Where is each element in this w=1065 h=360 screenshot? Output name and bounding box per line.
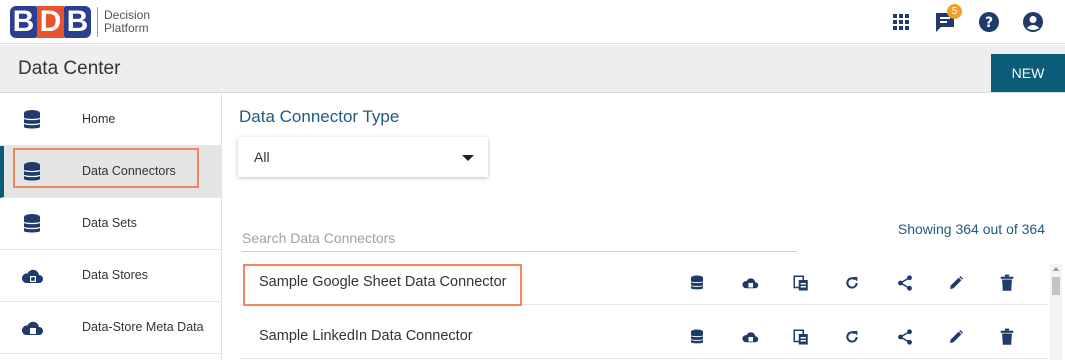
help-icon: ?	[979, 12, 999, 32]
brand-name: Decision Platform	[104, 9, 150, 35]
connector-type-select[interactable]: All	[238, 137, 488, 177]
sidebar-item-data-connectors[interactable]: Data Connectors	[0, 146, 222, 198]
brand-line-2: Platform	[104, 21, 149, 35]
database-icon	[23, 110, 41, 129]
account-icon	[1023, 12, 1043, 32]
create-dataset-button[interactable]	[688, 326, 740, 348]
copy-button[interactable]	[792, 272, 844, 294]
share-icon	[898, 275, 912, 291]
top-header: B D B Decision Platform 5 ?	[0, 0, 1065, 44]
connector-name: Sample LinkedIn Data Connector	[259, 328, 473, 344]
cloud-store-icon	[21, 321, 43, 335]
page-title: Data Center	[18, 58, 121, 79]
header-actions: 5 ?	[879, 4, 1055, 36]
sidebar-item-data-stores[interactable]: Data Stores	[0, 250, 222, 302]
sidebar-item-label: Data-Store Meta Data	[82, 320, 204, 334]
create-dataset-icon	[690, 329, 704, 344]
apps-grid-icon	[893, 14, 909, 30]
caret-down-icon	[462, 155, 474, 161]
scrollbar-thumb[interactable]	[1052, 277, 1060, 295]
sidebar-item-label: Home	[82, 112, 116, 126]
table-row[interactable]: Sample Google Sheet Data Connector	[240, 260, 1047, 306]
edit-icon	[950, 276, 963, 289]
refresh-button[interactable]	[844, 272, 896, 294]
share-button[interactable]	[896, 326, 948, 348]
section-title: Data Connector Type	[239, 107, 400, 126]
create-datastore-button[interactable]	[740, 272, 792, 294]
sidebar-item-data-sets[interactable]: Data Sets	[0, 198, 222, 250]
apps-grid-button[interactable]	[879, 8, 923, 36]
create-dataset-button[interactable]	[688, 272, 740, 294]
database-icon	[23, 162, 41, 181]
logo-mark: B D B	[10, 6, 91, 38]
sidebar-item-data-store-meta-data[interactable]: Data-Store Meta Data	[0, 302, 222, 354]
sidebar-item-home[interactable]: Home	[0, 94, 222, 146]
row-actions	[688, 272, 1052, 294]
select-value: All	[254, 149, 270, 165]
create-datastore-button[interactable]	[740, 326, 792, 348]
share-icon	[898, 329, 912, 345]
copy-icon	[793, 275, 808, 291]
copy-button[interactable]	[792, 326, 844, 348]
page-title-bar: Data Center NEW	[0, 45, 1065, 93]
notification-count-badge: 5	[947, 4, 962, 19]
connector-name: Sample Google Sheet Data Connector	[259, 274, 507, 290]
logo-letter-b: B	[10, 6, 37, 38]
delete-icon	[1000, 328, 1014, 345]
create-datastore-icon	[742, 332, 759, 343]
database-icon	[23, 214, 41, 233]
account-button[interactable]	[1011, 8, 1055, 36]
notifications-button[interactable]: 5	[923, 4, 967, 36]
delete-icon	[1000, 274, 1014, 291]
table-row[interactable]: Sample LinkedIn Data Connector	[240, 314, 1047, 359]
cloud-store-icon	[21, 269, 43, 283]
delete-button[interactable]	[1000, 326, 1052, 348]
new-button[interactable]: NEW	[991, 54, 1065, 92]
create-dataset-icon	[690, 275, 704, 290]
create-datastore-icon	[742, 278, 759, 289]
result-count: Showing 364 out of 364	[897, 221, 1045, 237]
delete-button[interactable]	[1000, 272, 1052, 294]
row-actions	[688, 326, 1052, 348]
sidebar-item-label: Data Stores	[82, 268, 149, 282]
copy-icon	[793, 329, 808, 345]
vertical-scrollbar[interactable]	[1050, 264, 1062, 360]
scroll-up-icon[interactable]	[1053, 267, 1059, 271]
brand-logo[interactable]: B D B Decision Platform	[10, 6, 150, 38]
main-content: Data Connector Type All Showing 364 out …	[222, 94, 1065, 360]
refresh-icon	[846, 331, 858, 343]
share-button[interactable]	[896, 272, 948, 294]
search-input[interactable]	[242, 224, 797, 252]
refresh-button[interactable]	[844, 326, 896, 348]
logo-letter-d: D	[37, 6, 64, 38]
sidebar-item-label: Data Connectors	[82, 164, 176, 178]
sidebar-item-label: Data Sets	[82, 216, 137, 230]
edit-icon	[950, 330, 963, 343]
help-button[interactable]: ?	[967, 8, 1011, 36]
edit-button[interactable]	[948, 326, 1000, 348]
svg-text:?: ?	[985, 15, 993, 31]
logo-divider	[97, 7, 98, 37]
logo-letter-b-2: B	[64, 6, 91, 38]
sidebar: Home Data Connectors Data Sets Data Stor…	[0, 94, 222, 360]
edit-button[interactable]	[948, 272, 1000, 294]
refresh-icon	[846, 277, 858, 289]
